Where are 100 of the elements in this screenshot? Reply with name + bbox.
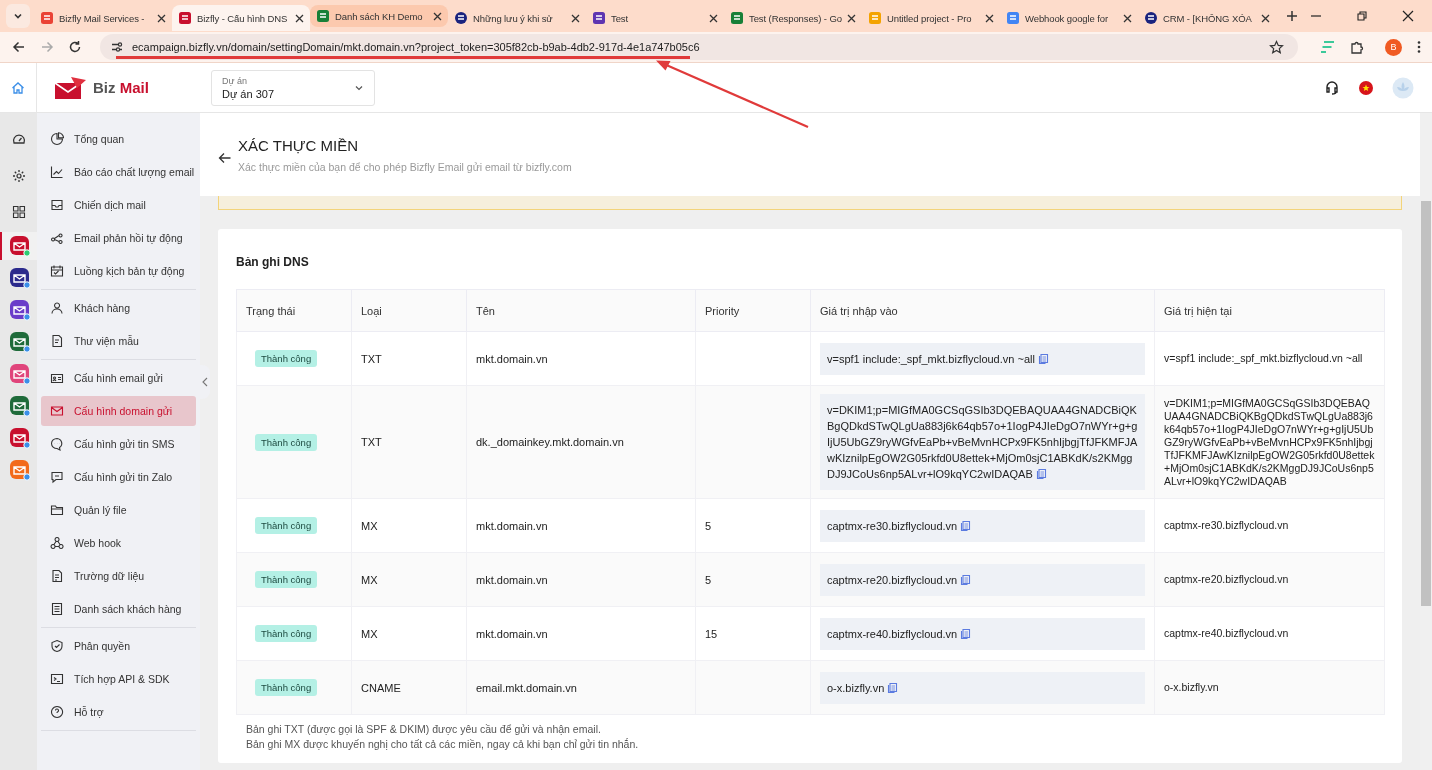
home-icon[interactable] xyxy=(11,80,25,95)
tab-search-button[interactable] xyxy=(6,4,30,28)
sidebar-item[interactable]: Chiến dịch mail xyxy=(41,190,196,220)
value-box: captmx-re40.bizflycloud.vn xyxy=(820,617,1145,650)
page-subtitle: Xác thực miền của bạn để cho phép Bizfly Email gửi email từ bizfly.com xyxy=(238,160,572,173)
sidebar-item[interactable]: Cấu hình gửi tin SMS xyxy=(41,429,196,459)
sidebar-item[interactable]: Tích hợp API & SDK xyxy=(41,664,196,694)
sidebar-item[interactable]: Email phản hồi tự động xyxy=(41,223,196,253)
settings-icon[interactable] xyxy=(11,169,26,183)
close-icon[interactable] xyxy=(1261,13,1270,23)
project-select[interactable]: Dự án Dự án 307 xyxy=(211,69,375,106)
site-settings-icon[interactable] xyxy=(110,40,124,54)
star-icon[interactable] xyxy=(1269,39,1284,55)
close-icon[interactable] xyxy=(1402,10,1414,22)
collapse-handle[interactable] xyxy=(200,365,210,399)
browser-tab[interactable]: Untitled project - Pro xyxy=(862,5,1000,31)
chat-bubble-icon xyxy=(50,437,64,451)
back-arrow-icon[interactable] xyxy=(218,150,232,165)
tab-title: Test xyxy=(611,12,630,24)
app-icon xyxy=(8,267,31,289)
sidebar-item[interactable]: Tổng quan xyxy=(41,124,196,154)
table-cell: email.mkt.domain.vn xyxy=(476,681,577,694)
table-cell: mkt.domain.vn xyxy=(476,627,548,640)
sidebar-item[interactable]: Web hook xyxy=(41,528,196,558)
menu-icon[interactable] xyxy=(1416,40,1422,54)
address-bar[interactable]: ecampaign.bizfly.vn/domain/settingDomain/mkt.domain.vn?project_token=305f82cb-b9ab-4db2-917d-4e1a747b05c6 xyxy=(100,34,1298,60)
browser-tab[interactable]: Test (Responses) - Go xyxy=(724,5,862,31)
site-icon xyxy=(454,11,468,25)
table-cell-text: captmx-re20.bizflycloud.vn xyxy=(1164,573,1290,586)
envelope-icon xyxy=(50,404,64,418)
puzzle-icon[interactable] xyxy=(1350,39,1365,55)
sidebar-item[interactable]: Cấu hình gửi tin Zalo xyxy=(41,462,196,492)
copy-icon[interactable] xyxy=(1035,468,1047,480)
new-tab-icon[interactable] xyxy=(1286,10,1298,22)
sidebar-item[interactable]: Hỗ trợ xyxy=(41,697,196,727)
browser-tab[interactable]: Bizfly - Cấu hình DNS xyxy=(172,5,310,31)
tab-title: Danh sách KH Demo xyxy=(335,10,424,22)
sidebar-item[interactable]: Thư viện mẫu xyxy=(41,326,196,356)
site-icon xyxy=(592,11,606,25)
sidebar-item[interactable]: Khách hàng xyxy=(41,293,196,323)
table-cell: v=DKIM1;p=MIGfMA0GCSqGSIb3DQEBAQUAA4GNADCBiQKBgQDkdSTwQLgUa883j6k64qb57o+1IogP4JIeDgO7nWYr+g+gIjU5UbGZ9ryWGfvEaPb+vBeMvnHCPx9FK5nhIjbgjTfJFKMFJAwKIznilpEgOW2G05rkfd0U8ettek+MjOm0sjC1ABKdK/s2KMggDJ9JCoUs6np5ALvr+lO9kqYC2wIDAQAB xyxy=(1164,396,1375,488)
close-icon[interactable] xyxy=(847,13,856,23)
browser-tab[interactable]: Webhook google for xyxy=(1000,5,1138,31)
tab-title: CRM - [KHÔNG XÓA xyxy=(1163,12,1253,24)
value-box: o-x.bizfly.vn xyxy=(820,671,1145,704)
status-badge: Thành công xyxy=(255,517,318,534)
status-badge: Thành công xyxy=(255,433,318,451)
id-card-icon xyxy=(50,371,64,385)
browser-tab[interactable]: Bizfly Mail Services - xyxy=(34,5,172,31)
sidebar-item[interactable]: Báo cáo chất lượng email xyxy=(41,157,196,187)
note-text: Bản ghi MX được khuyến nghị cho tất cả các miền, ngay cả khi bạn chỉ gửi tin nhắn. xyxy=(246,738,640,750)
nodes-icon xyxy=(50,231,64,245)
logo-icon xyxy=(53,75,87,100)
app-icon xyxy=(8,363,31,385)
copy-icon[interactable] xyxy=(960,627,972,640)
table-cell: MX xyxy=(361,573,378,586)
sidebar-item[interactable]: Phân quyền xyxy=(41,631,196,661)
app-switcher-item[interactable] xyxy=(0,232,37,260)
back-icon[interactable] xyxy=(12,40,26,54)
calendar-icon xyxy=(50,264,64,278)
close-icon[interactable] xyxy=(709,13,718,23)
copy-icon[interactable] xyxy=(960,519,972,532)
sidebar-item[interactable]: Trường dữ liệu xyxy=(41,561,196,591)
app-icon xyxy=(8,331,31,353)
site-icon xyxy=(40,11,54,25)
close-icon[interactable] xyxy=(157,13,166,23)
close-icon[interactable] xyxy=(1123,13,1132,23)
sidebar-item[interactable]: Cấu hình email gửi xyxy=(41,363,196,393)
restore-icon[interactable] xyxy=(1356,10,1368,22)
document-icon xyxy=(50,334,64,348)
tab-title: Webhook google for xyxy=(1025,12,1110,24)
copy-icon[interactable] xyxy=(1037,352,1049,365)
help-icon xyxy=(50,705,64,719)
status-badge: Thành công xyxy=(255,571,318,588)
table-cell: 15 xyxy=(705,627,718,640)
close-icon[interactable] xyxy=(295,13,304,23)
reload-icon[interactable] xyxy=(68,40,82,54)
sidebar-item[interactable]: Cấu hình domain gửi xyxy=(41,396,196,426)
status-badge: Thành công xyxy=(255,350,318,367)
close-icon[interactable] xyxy=(985,13,994,23)
sidebar-item[interactable]: Danh sách khách hàng xyxy=(41,594,196,624)
close-icon[interactable] xyxy=(433,11,442,21)
browser-tab[interactable]: CRM - [KHÔNG XÓA xyxy=(1138,5,1276,31)
scrollbar-thumb[interactable] xyxy=(1421,201,1431,606)
table-cell: TXT xyxy=(361,436,382,448)
flag-icon[interactable] xyxy=(1358,79,1374,96)
copy-icon[interactable] xyxy=(960,573,972,586)
browser-tab[interactable]: Những lưu ý khi sử xyxy=(448,5,586,31)
browser-tab[interactable]: Danh sách KH Demo xyxy=(310,5,448,27)
sidebar-item[interactable]: Luồng kịch bản tự động xyxy=(41,256,196,286)
app-icon xyxy=(8,427,31,449)
grid-icon[interactable] xyxy=(11,205,26,219)
copy-icon[interactable] xyxy=(887,681,899,694)
table-cell: CNAME xyxy=(361,681,401,694)
browser-tab[interactable]: Test xyxy=(586,5,724,31)
tab-title: Bizfly - Cấu hình DNS xyxy=(197,12,289,24)
gauge-icon[interactable] xyxy=(11,133,26,147)
close-icon[interactable] xyxy=(571,13,580,23)
headset-icon[interactable] xyxy=(1324,79,1340,96)
sidebar-item[interactable]: Quản lý file xyxy=(41,495,196,525)
